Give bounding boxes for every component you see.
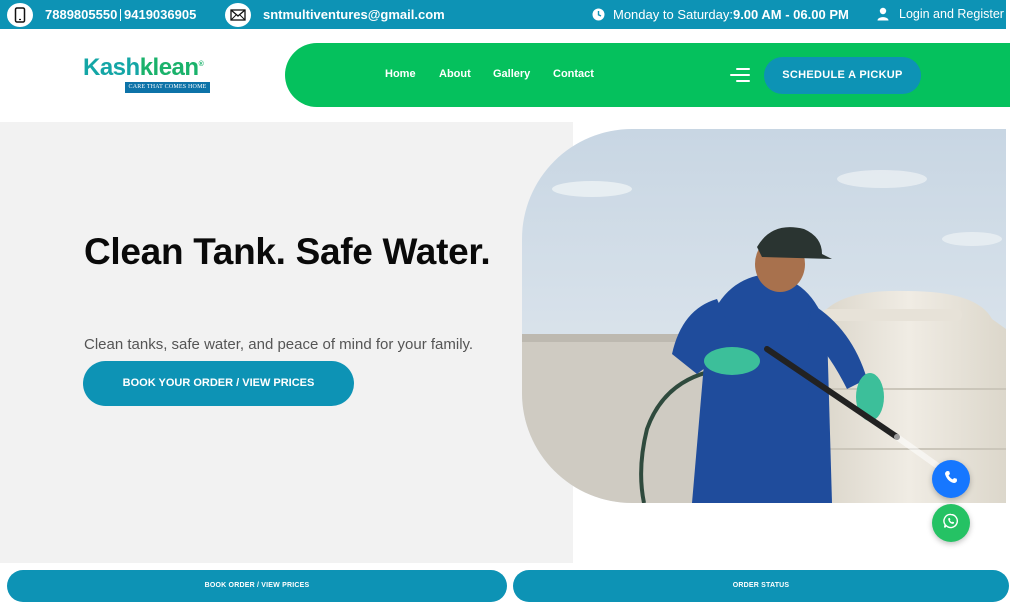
- bottom-book-order-button[interactable]: BOOK ORDER / VIEW PRICES: [7, 570, 507, 602]
- schedule-pickup-button[interactable]: SCHEDULE A PICKUP: [764, 57, 921, 94]
- page: 7889805550 9419036905 sntmultiventures@g…: [0, 0, 1010, 605]
- clock-icon: [592, 8, 605, 26]
- brand-name-part2: klean: [139, 54, 199, 81]
- bottom-order-status-button[interactable]: ORDER STATUS: [513, 570, 1009, 602]
- nav-gallery[interactable]: Gallery: [493, 68, 530, 80]
- email-link[interactable]: sntmultiventures@gmail.com: [263, 0, 445, 29]
- hours-value: 9.00 AM - 06.00 PM: [732, 7, 849, 22]
- user-icon: [877, 7, 889, 26]
- top-contact-bar: 7889805550 9419036905 sntmultiventures@g…: [0, 0, 1006, 29]
- phone-call-icon: [944, 470, 958, 489]
- phone-link-2[interactable]: 9419036905: [124, 0, 196, 29]
- nav-contact[interactable]: Contact: [553, 68, 594, 80]
- hero-subtitle: Clean tanks, safe water, and peace of mi…: [84, 336, 474, 353]
- brand-wordmark: Kashklean®: [83, 54, 204, 81]
- brand-tagline: CARE THAT COMES HOME: [125, 82, 210, 93]
- book-order-button[interactable]: BOOK YOUR ORDER / VIEW PRICES: [83, 361, 354, 406]
- phone-separator: [120, 9, 121, 21]
- phone-link-1[interactable]: 7889805550: [45, 0, 117, 29]
- whatsapp-icon: [943, 513, 959, 534]
- call-floating-button[interactable]: [932, 460, 970, 498]
- login-register-link[interactable]: Login and Register: [899, 0, 1004, 29]
- phone-icon: [7, 3, 33, 27]
- business-hours-label: Monday to Saturday:9.00 AM - 06.00 PM: [613, 0, 849, 29]
- hero-image-tank-cleaning-worker: [522, 129, 1006, 503]
- nav-about[interactable]: About: [439, 68, 471, 80]
- brand-logo[interactable]: Kashklean® CARE THAT COMES HOME: [83, 52, 210, 93]
- brand-name-part1: Kash: [83, 54, 140, 81]
- menu-hamburger-icon[interactable]: [730, 68, 750, 82]
- mail-icon: [225, 3, 251, 27]
- nav-home[interactable]: Home: [385, 68, 416, 80]
- hours-prefix: Monday to Saturday:: [613, 7, 733, 22]
- hero-title: Clean Tank. Safe Water.: [84, 231, 491, 272]
- whatsapp-floating-button[interactable]: [932, 504, 970, 542]
